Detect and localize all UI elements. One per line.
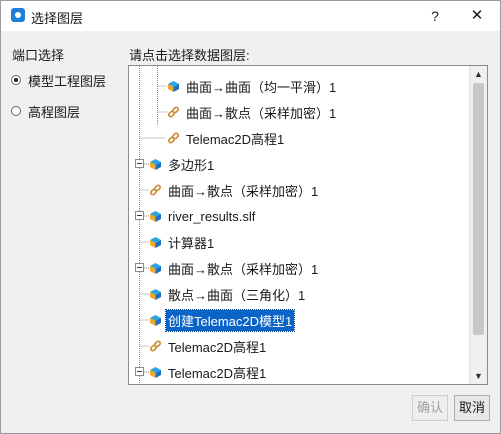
radio-unchecked-icon[interactable] — [11, 106, 21, 116]
tree-row-label: 曲面→曲面（均一平滑）1 — [186, 79, 337, 95]
layer-cube-icon — [150, 288, 161, 300]
help-button[interactable]: ? — [425, 6, 445, 26]
port-selection-label: 端口选择 — [12, 48, 65, 63]
tree-row[interactable]: Telemac2D高程1 — [167, 127, 286, 149]
link-icon — [149, 339, 162, 352]
tree-row-label: 曲面→散点（采样加密）1 — [168, 261, 319, 277]
tree-row[interactable]: 曲面→散点（采样加密）1 — [167, 101, 338, 123]
radio-model-project-layer[interactable]: 模型工程图层 — [11, 72, 107, 89]
layer-cube-icon — [168, 80, 179, 92]
tree-row-label: Telemac2D高程1 — [168, 339, 267, 355]
tree-row[interactable]: 散点→曲面（三角化）1 — [149, 283, 307, 305]
tree-row-label: Telemac2D高程1 — [168, 365, 267, 381]
scrollbar-thumb[interactable] — [473, 83, 484, 335]
tree-row-label: 散点→曲面（三角化）1 — [168, 287, 306, 303]
tree-row[interactable]: 曲面→散点（采样加密）1 — [149, 257, 320, 279]
scroll-up-arrow-icon[interactable]: ▲ — [470, 66, 487, 82]
tree-row[interactable]: 曲面→曲面（均一平滑）1 — [167, 75, 338, 97]
radio-elevation-layer[interactable]: 高程图层 — [11, 103, 81, 120]
tree-row-label: 曲面→散点（采样加密）1 — [168, 183, 319, 199]
radio-label: 模型工程图层 — [28, 73, 107, 89]
close-button[interactable]: ✕ — [467, 6, 487, 26]
tree-row-selected[interactable]: 创建Telemac2D模型1 — [149, 308, 296, 332]
tree-row-label: river_results.slf — [168, 208, 256, 224]
tree-row[interactable]: 多边形1 — [149, 153, 216, 175]
layer-cube-icon — [150, 262, 161, 274]
layer-cube-icon — [150, 158, 161, 170]
radio-checked-icon[interactable] — [11, 75, 21, 85]
tree-row-label: 曲面→散点（采样加密）1 — [186, 105, 337, 121]
link-icon — [167, 131, 180, 144]
tree-row[interactable]: Telemac2D高程1 — [149, 335, 268, 357]
scroll-down-arrow-icon[interactable]: ▼ — [470, 368, 487, 384]
tree-row[interactable]: 计算器1 — [149, 231, 216, 253]
tree-row-label: Telemac2D高程1 — [186, 131, 285, 147]
layer-cube-icon — [150, 236, 161, 248]
layer-cube-icon — [150, 314, 161, 326]
layer-tree[interactable]: 曲面→曲面（均一平滑）1 曲面→散点（采样加密）1 Telemac2D高程1 多… — [128, 65, 488, 385]
tree-row[interactable]: 曲面→散点（采样加密）1 — [149, 179, 320, 201]
tree-row[interactable]: river_results.slf — [149, 205, 257, 227]
radio-label: 高程图层 — [28, 104, 81, 120]
tree-row-label: 计算器1 — [168, 235, 215, 251]
cancel-button[interactable]: 取消 — [454, 395, 490, 421]
tree-row[interactable]: Telemac2D高程1 — [149, 361, 268, 383]
confirm-button[interactable]: 确认 — [412, 395, 448, 421]
layer-cube-icon — [150, 366, 161, 378]
window-title: 选择图层 — [31, 11, 84, 26]
select-layer-dialog: 选择图层 ? ✕ 端口选择 模型工程图层 高程图层 请点击选择数据图层: 曲面→… — [0, 0, 501, 434]
layer-list-label: 请点击选择数据图层: — [129, 48, 250, 63]
app-icon — [11, 8, 25, 22]
layer-cube-icon — [150, 210, 161, 222]
tree-row-label: 多边形1 — [168, 157, 215, 173]
tree-row-label: 创建Telemac2D模型1 — [164, 308, 296, 332]
vertical-scrollbar[interactable]: ▲ ▼ — [469, 66, 487, 384]
link-icon — [149, 183, 162, 196]
link-icon — [167, 105, 180, 118]
title-bar: 选择图层 ? ✕ — [1, 1, 500, 31]
